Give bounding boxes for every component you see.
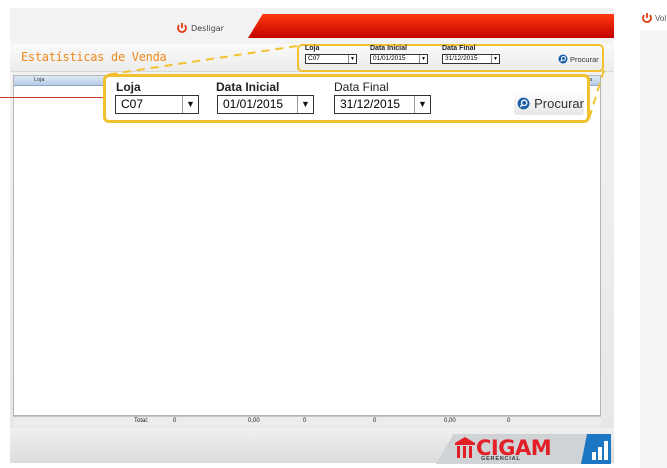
search-label: Procurar xyxy=(534,95,584,111)
totals-row: Total: 0 0,00 0 0 0,00 0 xyxy=(13,416,601,426)
logout-label: Desligar xyxy=(191,23,224,33)
magnifier-icon xyxy=(558,54,568,64)
store-label: Loja xyxy=(116,80,141,94)
page-title: Estatísticas de Venda xyxy=(21,50,167,64)
total-value: 0 xyxy=(507,418,511,424)
total-value: 0 xyxy=(303,418,307,424)
totals-label: Total: xyxy=(134,418,149,424)
total-value: 0,00 xyxy=(248,418,260,424)
start-date-value: 01/01/2015 xyxy=(373,55,406,62)
end-date-label: Data Final xyxy=(334,80,389,94)
back-label: Vol xyxy=(655,13,667,23)
store-value: C07 xyxy=(121,97,144,111)
side-pointer-line xyxy=(0,97,103,98)
end-date-value: 31/12/2015 xyxy=(445,55,478,62)
power-icon xyxy=(642,13,652,23)
right-gutter xyxy=(640,30,667,468)
brand-logo: CIGAM GERENCIAL xyxy=(436,434,611,464)
end-date-label: Data Final xyxy=(442,45,476,52)
store-value: C07 xyxy=(308,55,320,62)
brand-tagline: GERENCIAL xyxy=(481,456,521,462)
end-date-select[interactable]: 31/12/2015 ▼ xyxy=(442,54,500,64)
filter-bar: Loja C07 ▼ Data Inicial 01/01/2015 ▼ Dat… xyxy=(297,44,604,72)
start-date-label: Data Inicial xyxy=(216,80,280,94)
start-date-select[interactable]: 01/01/2015 ▼ xyxy=(370,54,428,64)
end-date-value: 31/12/2015 xyxy=(340,97,401,111)
logout-button[interactable]: Desligar xyxy=(176,22,224,34)
chevron-down-icon: ▼ xyxy=(182,96,198,113)
search-label: Procurar xyxy=(570,54,599,64)
column-header-store[interactable]: Loja xyxy=(34,77,44,83)
back-button[interactable]: Vol xyxy=(641,12,666,24)
brand-mark-icon xyxy=(455,437,475,458)
total-value: 0 xyxy=(173,418,177,424)
end-date-select[interactable]: 31/12/2015 ▼ xyxy=(334,95,431,114)
magnifier-icon xyxy=(517,97,530,109)
data-grid[interactable]: Loja da xyxy=(13,75,601,416)
filter-bar-zoomed: Loja C07 ▼ Data Inicial 01/01/2015 ▼ Dat… xyxy=(103,74,590,123)
store-label: Loja xyxy=(305,45,320,52)
total-value: 0,00 xyxy=(444,418,456,424)
total-value: 0 xyxy=(373,418,377,424)
power-icon xyxy=(177,23,187,33)
start-date-label: Data Inicial xyxy=(370,45,407,52)
top-red-band xyxy=(248,14,614,38)
search-button[interactable]: Procurar xyxy=(558,54,599,64)
store-select[interactable]: C07 ▼ xyxy=(115,95,199,114)
start-date-value: 01/01/2015 xyxy=(223,97,284,111)
chevron-down-icon: ▼ xyxy=(491,55,499,63)
start-date-select[interactable]: 01/01/2015 ▼ xyxy=(217,95,314,114)
store-select[interactable]: C07 ▼ xyxy=(305,54,357,64)
chevron-down-icon: ▼ xyxy=(348,55,356,63)
bar-chart-icon xyxy=(581,434,611,464)
chevron-down-icon: ▼ xyxy=(414,96,430,113)
chevron-down-icon: ▼ xyxy=(419,55,427,63)
chevron-down-icon: ▼ xyxy=(297,96,313,113)
search-button[interactable]: Procurar xyxy=(514,91,584,115)
